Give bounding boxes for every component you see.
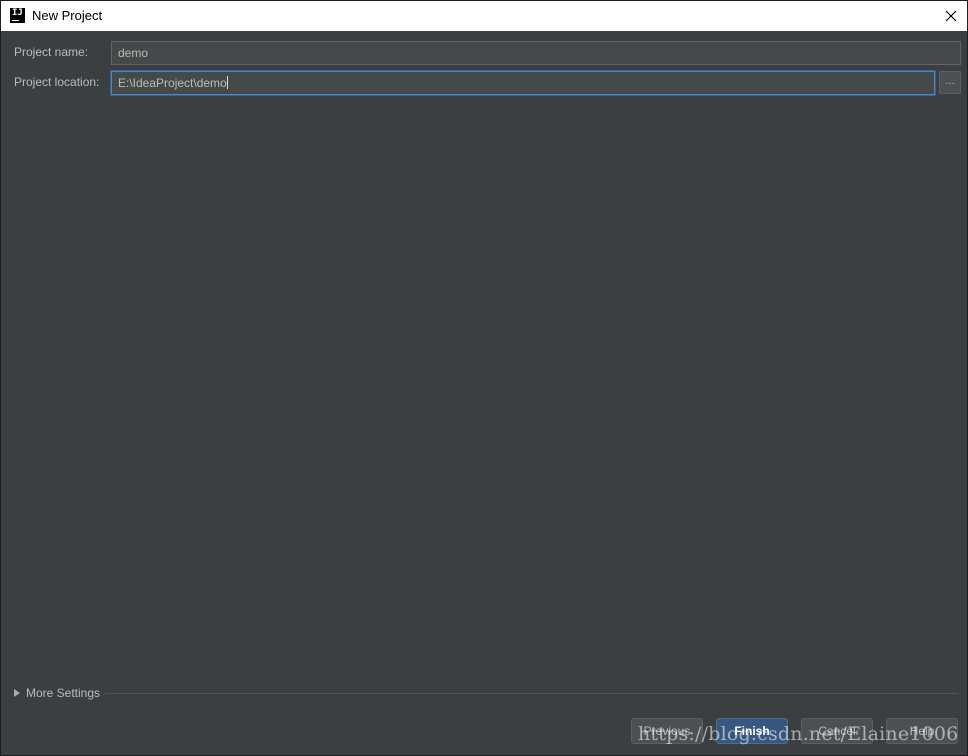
project-location-field[interactable]: E:\IdeaProject\demo bbox=[111, 71, 935, 95]
intellij-icon: IJ bbox=[10, 8, 25, 23]
browse-label: ... bbox=[945, 75, 955, 87]
more-settings-label: More Settings bbox=[26, 686, 101, 700]
more-settings-toggle[interactable]: More Settings bbox=[14, 686, 100, 700]
project-location-label: Project location: bbox=[14, 75, 100, 89]
project-name-label: Project name: bbox=[14, 45, 89, 59]
project-location-value: E:\IdeaProject\demo bbox=[118, 76, 227, 90]
app-icon-text: IJ bbox=[12, 8, 23, 18]
project-name-value: demo bbox=[118, 46, 149, 60]
watermark-text: https://blog.csdn.net/Elaine1006 bbox=[638, 723, 959, 745]
close-button[interactable] bbox=[939, 4, 963, 28]
browse-location-button[interactable]: ... bbox=[939, 71, 961, 94]
triangle-right-icon bbox=[14, 689, 20, 697]
project-name-field[interactable]: demo bbox=[111, 41, 961, 65]
window-title: New Project bbox=[32, 8, 103, 23]
title-bar: IJ New Project bbox=[1, 1, 967, 31]
more-settings-divider bbox=[105, 693, 958, 694]
close-icon bbox=[945, 10, 957, 22]
new-project-dialog: IJ New Project Project name: demo Projec… bbox=[0, 0, 968, 756]
text-caret bbox=[226, 76, 228, 89]
